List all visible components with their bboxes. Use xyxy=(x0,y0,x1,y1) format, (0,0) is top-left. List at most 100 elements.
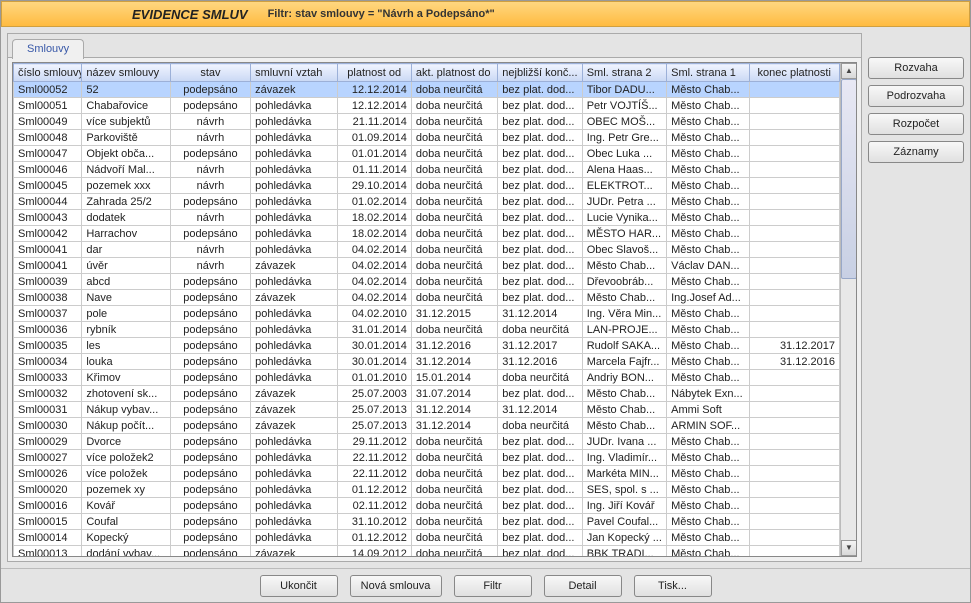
cell-str1[interactable]: Město Chab... xyxy=(667,194,749,210)
cell-cislo[interactable]: Sml00013 xyxy=(14,546,82,557)
cell-nejbl[interactable]: bez plat. dod... xyxy=(498,290,582,306)
table-row[interactable]: Sml00043dodateknávrhpohledávka18.02.2014… xyxy=(14,210,840,226)
cell-str1[interactable]: Ammi Soft xyxy=(667,402,749,418)
cell-cislo[interactable]: Sml00046 xyxy=(14,162,82,178)
cell-stav[interactable]: návrh xyxy=(170,210,250,226)
cell-str2[interactable]: Rudolf SAKA... xyxy=(582,338,666,354)
cell-aktplat[interactable]: doba neurčitá xyxy=(411,98,497,114)
cell-cislo[interactable]: Sml00020 xyxy=(14,482,82,498)
cell-vztah[interactable]: pohledávka xyxy=(251,210,337,226)
col-konec[interactable]: konec platnosti xyxy=(749,64,840,82)
cell-str1[interactable]: Město Chab... xyxy=(667,226,749,242)
cell-konec[interactable] xyxy=(749,258,840,274)
cell-cislo[interactable]: Sml00041 xyxy=(14,242,82,258)
detail-button[interactable]: Detail xyxy=(544,575,622,597)
cell-konec[interactable] xyxy=(749,226,840,242)
cell-vztah[interactable]: pohledávka xyxy=(251,322,337,338)
cell-aktplat[interactable]: doba neurčitá xyxy=(411,114,497,130)
cell-stav[interactable]: podepsáno xyxy=(170,306,250,322)
cell-str2[interactable]: SES, spol. s ... xyxy=(582,482,666,498)
cell-nejbl[interactable]: 31.12.2016 xyxy=(498,354,582,370)
cell-str2[interactable]: Město Chab... xyxy=(582,386,666,402)
cell-konec[interactable] xyxy=(749,386,840,402)
cell-stav[interactable]: návrh xyxy=(170,162,250,178)
table-row[interactable]: Sml00014Kopeckýpodepsánopohledávka01.12.… xyxy=(14,530,840,546)
cell-nejbl[interactable]: bez plat. dod... xyxy=(498,162,582,178)
cell-cislo[interactable]: Sml00038 xyxy=(14,290,82,306)
cell-stav[interactable]: podepsáno xyxy=(170,418,250,434)
cell-str2[interactable]: Ing. Petr Gre... xyxy=(582,130,666,146)
cell-str2[interactable]: Marcela Fajfr... xyxy=(582,354,666,370)
cell-str2[interactable]: Ing. Věra Min... xyxy=(582,306,666,322)
table-row[interactable]: Sml00041úvěrnávrhzávazek04.02.2014doba n… xyxy=(14,258,840,274)
cell-nazev[interactable]: Harrachov xyxy=(82,226,170,242)
cell-vztah[interactable]: závazek xyxy=(251,386,337,402)
cell-stav[interactable]: návrh xyxy=(170,242,250,258)
cell-stav[interactable]: podepsáno xyxy=(170,98,250,114)
table-row[interactable]: Sml00015Coufalpodepsánopohledávka31.10.2… xyxy=(14,514,840,530)
cell-vztah[interactable]: závazek xyxy=(251,258,337,274)
cell-str1[interactable]: Město Chab... xyxy=(667,162,749,178)
cell-vztah[interactable]: závazek xyxy=(251,418,337,434)
cell-str2[interactable]: Ing. Jiří Kovář xyxy=(582,498,666,514)
cell-konec[interactable] xyxy=(749,306,840,322)
cell-str2[interactable]: ELEKTROT... xyxy=(582,178,666,194)
cell-str2[interactable]: Obec Luka ... xyxy=(582,146,666,162)
cell-vztah[interactable]: pohledávka xyxy=(251,178,337,194)
cell-nazev[interactable]: úvěr xyxy=(82,258,170,274)
table-row[interactable]: Sml00036rybníkpodepsánopohledávka31.01.2… xyxy=(14,322,840,338)
cell-str1[interactable]: Město Chab... xyxy=(667,546,749,557)
cell-aktplat[interactable]: doba neurčitá xyxy=(411,146,497,162)
cell-konec[interactable] xyxy=(749,210,840,226)
cell-nejbl[interactable]: doba neurčitá xyxy=(498,370,582,386)
cell-platnost[interactable]: 04.02.2014 xyxy=(337,290,411,306)
cell-konec[interactable]: 31.12.2017 xyxy=(749,338,840,354)
cell-nejbl[interactable]: bez plat. dod... xyxy=(498,82,582,98)
cell-vztah[interactable]: pohledávka xyxy=(251,226,337,242)
podrozvaha-button[interactable]: Podrozvaha xyxy=(868,85,964,107)
cell-nazev[interactable]: abcd xyxy=(82,274,170,290)
cell-stav[interactable]: podepsáno xyxy=(170,274,250,290)
cell-str1[interactable]: Město Chab... xyxy=(667,322,749,338)
col-nazev[interactable]: název smlouvy xyxy=(82,64,170,82)
table-row[interactable]: Sml00026více položekpodepsánopohledávka2… xyxy=(14,466,840,482)
cell-stav[interactable]: podepsáno xyxy=(170,386,250,402)
contracts-table[interactable]: číslo smlouvy název smlouvy stav smluvní… xyxy=(13,63,840,556)
cell-nazev[interactable]: více položek2 xyxy=(82,450,170,466)
cell-cislo[interactable]: Sml00043 xyxy=(14,210,82,226)
cell-str1[interactable]: Václav DAN... xyxy=(667,258,749,274)
cell-vztah[interactable]: pohledávka xyxy=(251,434,337,450)
cell-str2[interactable]: MĚSTO HAR... xyxy=(582,226,666,242)
cell-nazev[interactable]: Kopecký xyxy=(82,530,170,546)
cell-str2[interactable]: Pavel Coufal... xyxy=(582,514,666,530)
cell-str2[interactable]: Alena Haas... xyxy=(582,162,666,178)
cell-platnost[interactable]: 30.01.2014 xyxy=(337,338,411,354)
cell-cislo[interactable]: Sml00015 xyxy=(14,514,82,530)
cell-vztah[interactable]: pohledávka xyxy=(251,514,337,530)
cell-nazev[interactable]: dodání vybav... xyxy=(82,546,170,557)
cell-nejbl[interactable]: doba neurčitá xyxy=(498,418,582,434)
cell-nazev[interactable]: Objekt obča... xyxy=(82,146,170,162)
cell-aktplat[interactable]: doba neurčitá xyxy=(411,290,497,306)
cell-vztah[interactable]: pohledávka xyxy=(251,306,337,322)
cell-nazev[interactable]: 52 xyxy=(82,82,170,98)
cell-aktplat[interactable]: doba neurčitá xyxy=(411,162,497,178)
cell-konec[interactable] xyxy=(749,178,840,194)
cell-aktplat[interactable]: 31.12.2015 xyxy=(411,306,497,322)
cell-nazev[interactable]: dodatek xyxy=(82,210,170,226)
cell-stav[interactable]: podepsáno xyxy=(170,338,250,354)
cell-nazev[interactable]: Zahrada 25/2 xyxy=(82,194,170,210)
cell-nejbl[interactable]: 31.12.2017 xyxy=(498,338,582,354)
cell-str1[interactable]: Město Chab... xyxy=(667,450,749,466)
cell-cislo[interactable]: Sml00048 xyxy=(14,130,82,146)
cell-nazev[interactable]: pozemek xy xyxy=(82,482,170,498)
rozpocet-button[interactable]: Rozpočet xyxy=(868,113,964,135)
cell-konec[interactable] xyxy=(749,114,840,130)
cell-konec[interactable] xyxy=(749,370,840,386)
zaznamy-button[interactable]: Záznamy xyxy=(868,141,964,163)
cell-aktplat[interactable]: doba neurčitá xyxy=(411,450,497,466)
cell-platnost[interactable]: 21.11.2014 xyxy=(337,114,411,130)
cell-nejbl[interactable]: bez plat. dod... xyxy=(498,210,582,226)
cell-stav[interactable]: podepsáno xyxy=(170,450,250,466)
cell-str2[interactable]: Město Chab... xyxy=(582,402,666,418)
